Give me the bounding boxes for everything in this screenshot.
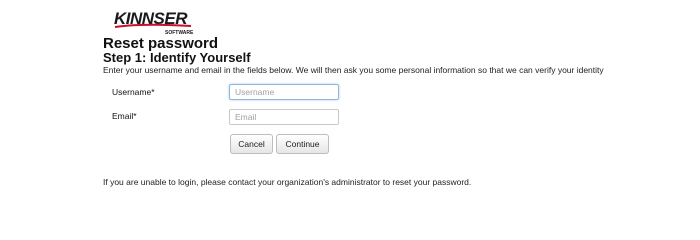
instructions-text: Enter your username and email in the fie… [103, 65, 604, 75]
email-label: Email* [112, 111, 137, 121]
admin-contact-note: If you are unable to login, please conta… [103, 177, 472, 187]
email-input[interactable] [229, 109, 339, 125]
reset-password-page: KINNSER SOFTWARE Reset password Step 1: … [0, 0, 700, 200]
cancel-button[interactable]: Cancel [230, 134, 273, 154]
continue-button[interactable]: Continue [276, 134, 329, 154]
username-input[interactable] [229, 84, 339, 100]
kinnser-logo: KINNSER SOFTWARE [113, 6, 195, 38]
username-label: Username* [112, 87, 155, 97]
step-heading: Step 1: Identify Yourself [103, 50, 251, 65]
